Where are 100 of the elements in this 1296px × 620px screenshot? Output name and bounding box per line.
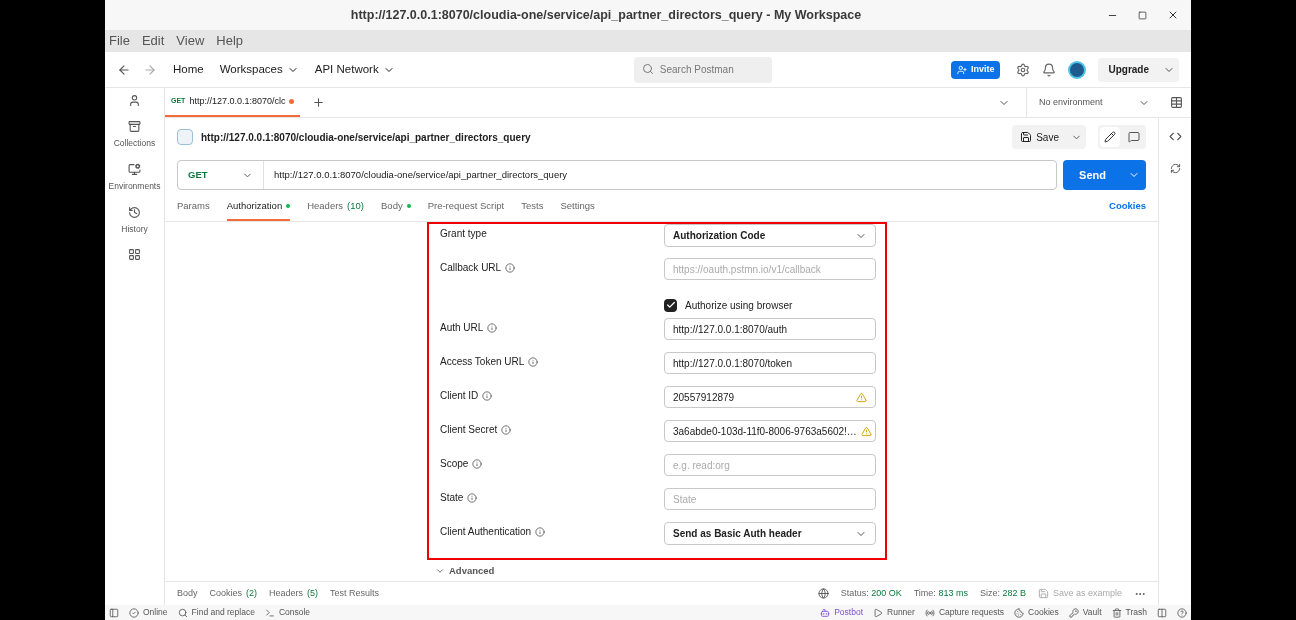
search-icon	[177, 607, 188, 618]
table-icon[interactable]	[1170, 96, 1183, 109]
text-field[interactable]: 3a6abde0-103d-11f0-8006-9763a5602!…	[664, 420, 876, 442]
select-field[interactable]: Authorization Code	[664, 224, 876, 247]
floppy-icon	[1037, 588, 1049, 599]
globe-icon[interactable]	[817, 588, 829, 599]
status-bar-item[interactable]: Capture requests	[924, 606, 1005, 619]
request-option-tab[interactable]: Tests	[521, 198, 544, 221]
field-label: Client ID	[440, 389, 479, 403]
arrows-icon[interactable]	[1169, 163, 1181, 174]
add-user-icon	[956, 64, 967, 75]
status-bar-item[interactable]: Vault	[1068, 606, 1102, 619]
code-icon[interactable]	[1168, 130, 1182, 143]
info-icon[interactable]	[482, 390, 493, 401]
response-stat: Time: 813 ms	[913, 586, 968, 600]
new-tab-icon[interactable]	[312, 96, 326, 109]
maximize-icon[interactable]	[1138, 10, 1147, 20]
status-bar-item[interactable]: Runner	[873, 606, 915, 619]
person-icon[interactable]	[128, 94, 141, 107]
method-select[interactable]: GET	[178, 161, 264, 189]
info-icon[interactable]	[472, 458, 483, 469]
response-stat: Status: 200 OK	[840, 586, 902, 600]
search-field[interactable]: Search Postman	[633, 56, 772, 83]
cookies-link[interactable]: Cookies	[1109, 198, 1146, 221]
back-icon[interactable]	[117, 62, 131, 77]
response-tab[interactable]: Body	[177, 586, 198, 601]
pencil-icon[interactable]	[1100, 127, 1120, 147]
request-option-tab[interactable]: Pre-request Script	[427, 198, 505, 221]
field-label: Grant type	[440, 227, 487, 241]
text-field[interactable]: http://127.0.0.1:8070/token	[664, 352, 876, 374]
sidebar-item[interactable]: Collections	[113, 137, 156, 150]
menu-item[interactable]: Help	[216, 31, 244, 51]
sidebar-item[interactable]: Environments	[108, 179, 161, 193]
request-option-tab[interactable]: Params	[177, 198, 210, 221]
response-tab[interactable]: Headers (5)	[269, 586, 319, 601]
history-icon[interactable]	[128, 205, 141, 219]
nav-link[interactable]: API Network	[314, 60, 395, 79]
comment-icon[interactable]	[1128, 131, 1140, 143]
nav-link[interactable]: Workspaces	[219, 60, 299, 79]
trash-icon	[1111, 607, 1122, 618]
select-field[interactable]: Send as Basic Auth header	[664, 522, 876, 545]
status-bar-item[interactable]: Cookies	[1014, 606, 1059, 619]
menu-item[interactable]: View	[176, 31, 205, 51]
info-icon[interactable]	[505, 262, 516, 273]
status-bar-item[interactable]: Online	[129, 606, 168, 619]
environment-select[interactable]: No environment	[1026, 88, 1162, 117]
info-icon[interactable]	[501, 424, 512, 435]
text-field[interactable]: e.g. read:org	[664, 454, 876, 476]
avatar-icon[interactable]	[1068, 60, 1087, 79]
cookie-icon	[1014, 607, 1025, 618]
menu-item[interactable]: File	[109, 31, 130, 51]
request-option-tab[interactable]: Body	[381, 198, 411, 221]
advanced-toggle[interactable]: Advanced	[435, 564, 495, 579]
checkbox[interactable]	[664, 298, 677, 312]
text-field[interactable]: http://127.0.0.1:8070/auth	[664, 318, 876, 340]
field-label: Scope	[440, 457, 469, 471]
field-label: Client Authentication	[440, 525, 532, 539]
tray-icon[interactable]	[128, 120, 141, 133]
checkbox-label: Authorize using browser	[685, 298, 793, 313]
robot-icon	[820, 607, 831, 618]
sidebar-item[interactable]: History	[121, 222, 148, 236]
invite-button[interactable]: Invite	[950, 60, 1001, 79]
grid-icon[interactable]	[128, 248, 141, 262]
notification-icon[interactable]	[1042, 62, 1057, 77]
field-label: Auth URL	[440, 321, 484, 335]
check-circle-icon	[129, 607, 139, 618]
status-bar-item[interactable]: Postbot	[820, 606, 863, 619]
play-icon	[873, 607, 883, 618]
settings-icon[interactable]	[1016, 62, 1031, 77]
status-bar-item[interactable]: Find and replace	[177, 606, 255, 619]
text-field[interactable]: 20557912879	[664, 386, 876, 408]
status-bar-item[interactable]: Trash	[1111, 606, 1147, 619]
info-icon[interactable]	[487, 322, 498, 333]
info-icon[interactable]	[535, 526, 546, 537]
response-stat: Size: 282 B	[979, 586, 1026, 600]
response-tab[interactable]: Cookies (2)	[209, 586, 258, 601]
status-bar-item[interactable]: Console	[264, 606, 311, 619]
response-tab[interactable]: Test Results	[330, 586, 380, 601]
key-icon	[1068, 607, 1079, 618]
text-field[interactable]: State	[664, 488, 876, 510]
text-field[interactable]: https://oauth.pstmn.io/v1/callback	[664, 258, 876, 280]
request-option-tab[interactable]: Settings	[560, 198, 595, 221]
menu-item[interactable]: Edit	[141, 31, 165, 51]
field-label: Client Secret	[440, 423, 498, 437]
request-title: http://127.0.0.1:8070/cloudia-one/service/api_partner_directors_query	[201, 130, 531, 145]
layout-icon[interactable]	[1157, 607, 1167, 618]
close-icon[interactable]	[1167, 9, 1179, 21]
sidebar-toggle-icon[interactable]	[109, 607, 119, 618]
request-option-tab[interactable]: Authorization	[226, 198, 291, 221]
floppy-icon	[1020, 131, 1033, 143]
nav-link[interactable]: Home	[173, 60, 204, 79]
monitor-icon[interactable]	[128, 162, 141, 176]
antenna-icon	[924, 607, 935, 618]
request-option-tab[interactable]: Headers (10)	[307, 198, 364, 221]
info-icon[interactable]	[467, 492, 478, 503]
url-field[interactable]: http://127.0.0.1:8070/cloudia-one/service/api_partner_directors_query	[264, 167, 578, 183]
warning-icon	[860, 425, 872, 437]
info-icon[interactable]	[528, 356, 539, 367]
warning-icon	[856, 391, 867, 403]
help-icon[interactable]	[1177, 607, 1187, 618]
